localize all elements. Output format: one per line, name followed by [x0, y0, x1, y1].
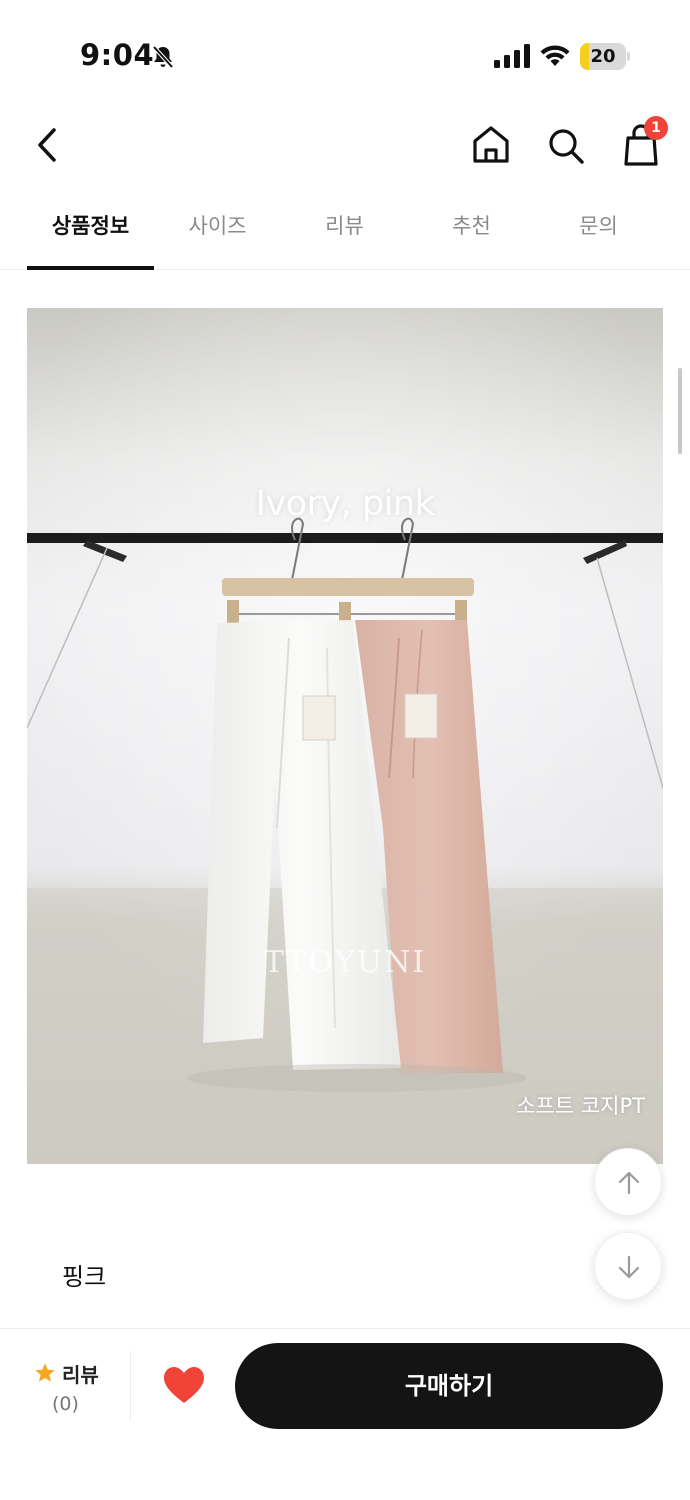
- arrow-down-icon: [618, 1255, 640, 1279]
- heart-icon[interactable]: [162, 1365, 206, 1405]
- battery-icon: 20: [580, 43, 630, 70]
- review-count: (0): [52, 1393, 79, 1415]
- home-icon[interactable]: [470, 122, 512, 168]
- product-image: Ivory, pink TTOYUNI 소프트 코지PT: [27, 308, 663, 1164]
- product-photo: [27, 308, 663, 1164]
- top-nav: 1: [0, 110, 690, 190]
- chevron-left-icon[interactable]: [30, 122, 66, 168]
- cart-button[interactable]: 1: [620, 116, 670, 168]
- cellular-signal-icon: [494, 44, 530, 68]
- product-tabs: 상품정보 사이즈 리뷰 추천 문의: [0, 190, 690, 270]
- scrollbar[interactable]: [678, 368, 682, 454]
- product-option-text: 핑크: [62, 1263, 107, 1291]
- bottom-action-bar: 리뷰 (0) 구매하기: [0, 1328, 690, 1500]
- wifi-icon: [540, 45, 570, 66]
- active-tab-indicator: [27, 266, 154, 270]
- bell-slash-icon: [152, 45, 174, 69]
- status-time: 9:04: [80, 38, 155, 72]
- divider: [130, 1351, 131, 1421]
- cart-count-badge: 1: [644, 116, 668, 140]
- image-caption-colors: Ivory, pink: [255, 484, 435, 524]
- arrow-up-icon: [618, 1171, 640, 1195]
- status-bar: 9:04 20: [0, 0, 690, 110]
- tab-inquiry[interactable]: 문의: [535, 190, 662, 270]
- scroll-down-button[interactable]: [594, 1232, 662, 1300]
- image-caption-product-name: 소프트 코지PT: [516, 1094, 645, 1118]
- buy-button[interactable]: 구매하기: [235, 1343, 663, 1429]
- star-icon: [35, 1363, 55, 1382]
- scroll-up-button[interactable]: [594, 1148, 662, 1216]
- battery-level: 20: [590, 46, 616, 67]
- review-label: 리뷰: [62, 1363, 99, 1387]
- tab-product-info[interactable]: 상품정보: [27, 190, 154, 270]
- tab-size[interactable]: 사이즈: [154, 190, 281, 270]
- tab-recommend[interactable]: 추천: [408, 190, 535, 270]
- tab-review[interactable]: 리뷰: [281, 190, 408, 270]
- review-summary[interactable]: 리뷰 (0): [20, 1357, 120, 1427]
- search-icon[interactable]: [545, 122, 587, 168]
- image-watermark: TTOYUNI: [263, 945, 427, 980]
